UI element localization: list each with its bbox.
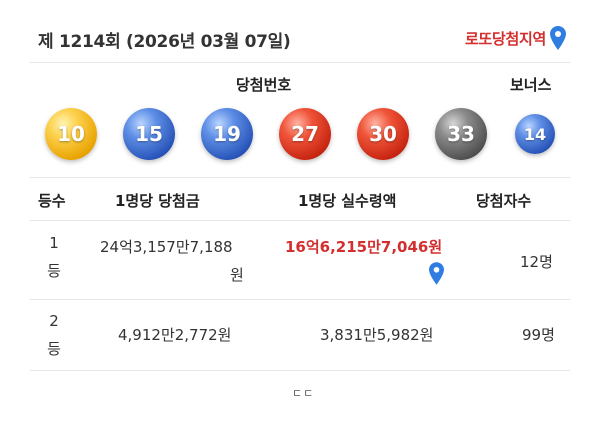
winning-ball-4: 27 xyxy=(279,108,331,160)
footer-mark: ㄷㄷ xyxy=(292,387,315,400)
location-pin-icon xyxy=(550,26,566,50)
divider xyxy=(30,299,570,300)
divider xyxy=(30,220,570,221)
bonus-ball: 14 xyxy=(515,114,555,154)
prize-per-winner-unit: 원 xyxy=(230,266,244,284)
net-per-winner: 16억6,215만7,046원 xyxy=(285,238,443,256)
winner-count-header: 당첨자수 xyxy=(476,192,532,210)
winning-ball-5: 30 xyxy=(357,108,409,160)
divider xyxy=(30,177,570,178)
rank-header: 등수 xyxy=(38,192,66,210)
rank-suffix: 등 xyxy=(47,340,61,358)
divider xyxy=(30,62,570,63)
divider xyxy=(30,370,570,371)
bonus-number-label: 보너스 xyxy=(510,76,552,94)
location-pin-icon[interactable] xyxy=(429,262,444,285)
winning-ball-3: 19 xyxy=(201,108,253,160)
winner-count: 12명 xyxy=(520,253,553,271)
net-per-winner: 3,831만5,982원 xyxy=(320,326,434,344)
winning-numbers-label: 당첨번호 xyxy=(236,76,292,94)
draw-header: 제 1214회 (2026년 03월 07일) 로또당첨지역 xyxy=(0,0,600,62)
prize-per-winner-header: 1명당 당첨금 xyxy=(115,192,200,210)
net-per-winner-header: 1명당 실수령액 xyxy=(298,192,397,210)
winning-ball-1: 10 xyxy=(45,108,97,160)
winning-ball-2: 15 xyxy=(123,108,175,160)
prize-per-winner: 24억3,157만7,188 xyxy=(100,238,233,256)
winner-count: 99명 xyxy=(522,326,555,344)
rank-number: 1 xyxy=(49,234,59,252)
rank-suffix: 등 xyxy=(47,262,61,280)
winning-ball-6: 33 xyxy=(435,108,487,160)
winning-region-label: 로또당첨지역 xyxy=(464,29,546,48)
draw-title: 제 1214회 (2026년 03월 07일) xyxy=(38,32,291,52)
winning-region-link[interactable]: 로또당첨지역 xyxy=(465,26,566,50)
rank-number: 2 xyxy=(49,312,59,330)
prize-per-winner: 4,912만2,772원 xyxy=(118,326,232,344)
